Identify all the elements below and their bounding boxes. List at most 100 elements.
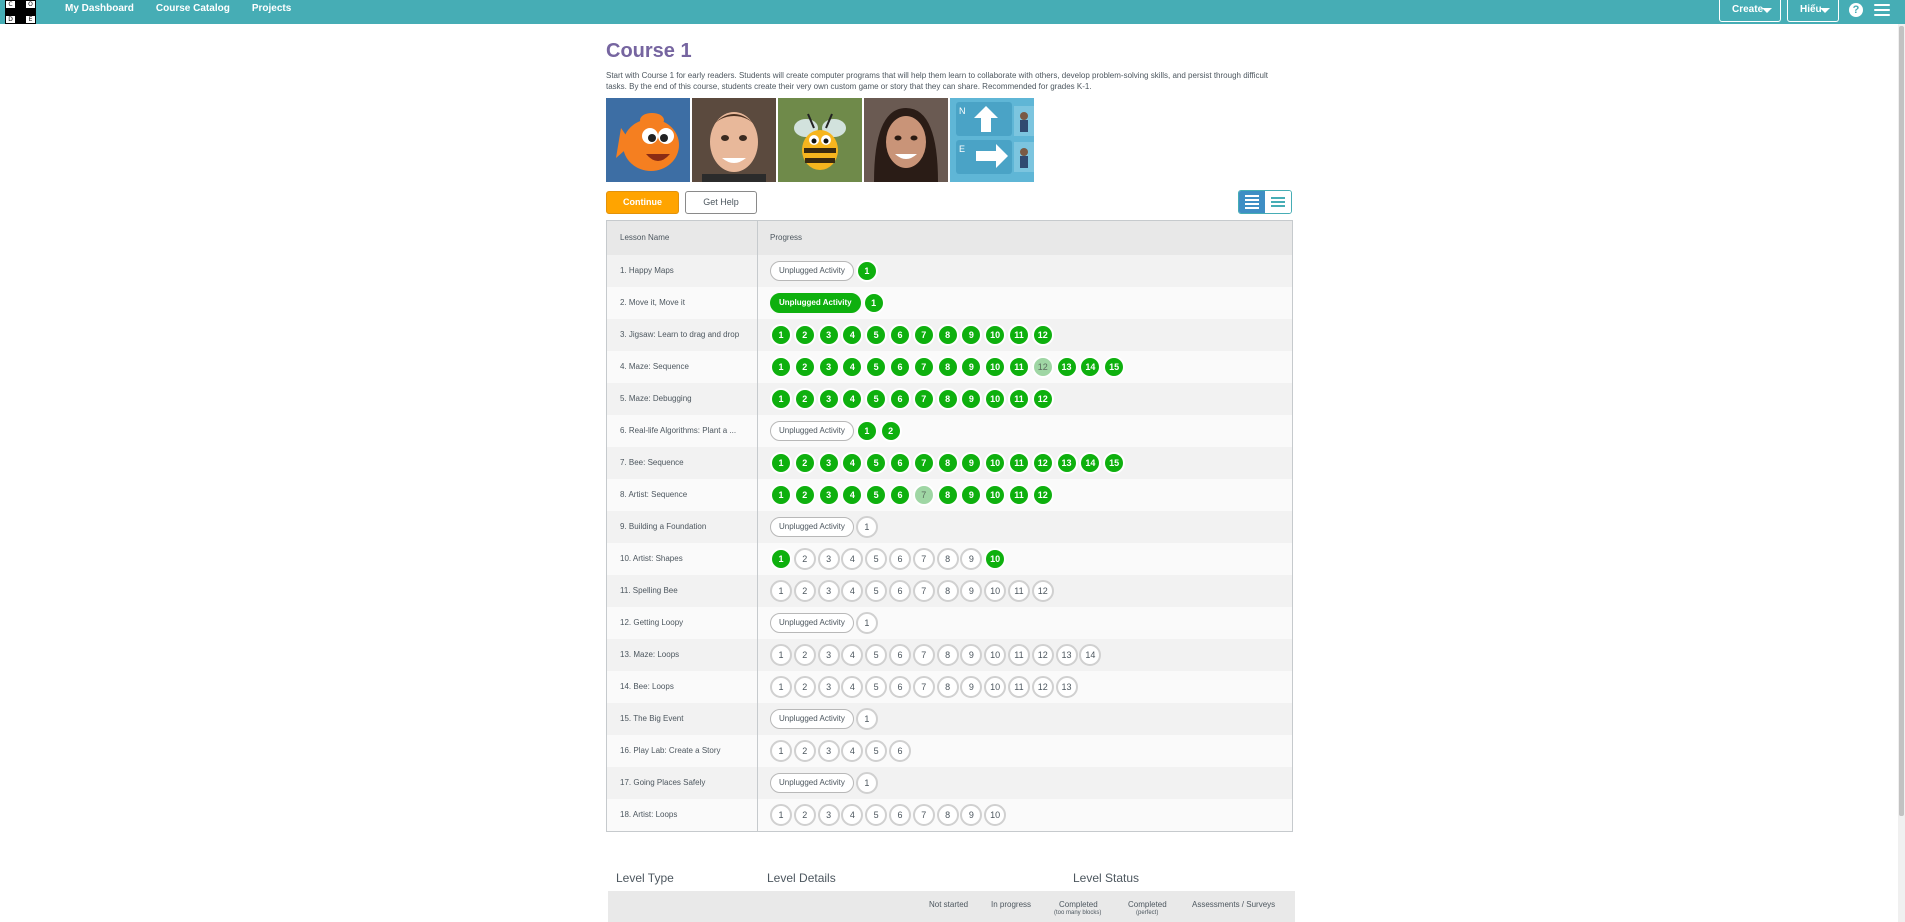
- level-bubble[interactable]: 3: [817, 580, 840, 602]
- lesson-name[interactable]: 15. The Big Event: [607, 703, 758, 735]
- level-bubble[interactable]: 8: [936, 804, 959, 826]
- level-bubble[interactable]: 7: [912, 644, 935, 666]
- level-bubble[interactable]: 5: [865, 580, 888, 602]
- level-bubble[interactable]: 6: [888, 452, 911, 474]
- level-bubble[interactable]: 5: [865, 676, 888, 698]
- continue-button[interactable]: Continue: [606, 191, 679, 214]
- level-bubble[interactable]: 8: [936, 452, 959, 474]
- level-bubble[interactable]: 8: [936, 356, 959, 378]
- page-scrollbar[interactable]: [1898, 24, 1905, 922]
- level-bubble[interactable]: 5: [865, 804, 888, 826]
- level-bubble[interactable]: 2: [793, 484, 816, 506]
- level-bubble[interactable]: 6: [888, 324, 911, 346]
- level-bubble[interactable]: 13: [1055, 356, 1078, 378]
- level-bubble[interactable]: 7: [912, 356, 935, 378]
- unplugged-activity-bubble[interactable]: Unplugged Activity: [770, 421, 854, 441]
- level-bubble[interactable]: 8: [936, 580, 959, 602]
- level-bubble[interactable]: 10: [984, 580, 1007, 602]
- level-bubble[interactable]: 1: [855, 708, 878, 730]
- level-bubble[interactable]: 3: [817, 356, 840, 378]
- help-icon[interactable]: ?: [1849, 3, 1863, 17]
- level-bubble[interactable]: 10: [984, 804, 1007, 826]
- level-bubble[interactable]: 14: [1079, 356, 1102, 378]
- level-bubble[interactable]: 9: [960, 804, 983, 826]
- level-bubble[interactable]: 4: [841, 452, 864, 474]
- level-bubble[interactable]: 2: [793, 356, 816, 378]
- level-bubble[interactable]: 2: [793, 740, 816, 762]
- create-dropdown-button[interactable]: Create: [1719, 0, 1781, 22]
- lesson-name[interactable]: 6. Real-life Algorithms: Plant a ...: [607, 415, 758, 447]
- level-bubble[interactable]: 7: [912, 580, 935, 602]
- level-bubble[interactable]: 7: [912, 484, 935, 506]
- lesson-name[interactable]: 7. Bee: Sequence: [607, 447, 758, 479]
- level-bubble[interactable]: 4: [841, 644, 864, 666]
- level-bubble[interactable]: 12: [1031, 580, 1054, 602]
- level-bubble[interactable]: 3: [817, 676, 840, 698]
- level-bubble[interactable]: 4: [841, 580, 864, 602]
- level-bubble[interactable]: 1: [770, 676, 792, 698]
- level-bubble[interactable]: 1: [855, 612, 878, 634]
- level-bubble[interactable]: 8: [936, 644, 959, 666]
- level-bubble[interactable]: 2: [793, 644, 816, 666]
- lesson-name[interactable]: 10. Artist: Shapes: [607, 543, 758, 575]
- level-bubble[interactable]: 5: [865, 356, 888, 378]
- level-bubble[interactable]: 5: [865, 548, 888, 570]
- level-bubble[interactable]: 2: [793, 580, 816, 602]
- level-bubble[interactable]: 9: [960, 644, 983, 666]
- level-bubble[interactable]: 4: [841, 740, 864, 762]
- level-bubble[interactable]: 2: [793, 548, 816, 570]
- scrollbar-thumb[interactable]: [1899, 26, 1904, 816]
- level-bubble[interactable]: 11: [1007, 324, 1030, 346]
- level-bubble[interactable]: 5: [865, 324, 888, 346]
- level-bubble[interactable]: 9: [960, 580, 983, 602]
- level-bubble[interactable]: 6: [888, 548, 911, 570]
- lesson-name[interactable]: 2. Move it, Move it: [607, 287, 758, 319]
- level-bubble[interactable]: 9: [960, 388, 983, 410]
- level-bubble[interactable]: 7: [912, 804, 935, 826]
- unplugged-activity-bubble[interactable]: Unplugged Activity: [770, 709, 854, 729]
- get-help-button[interactable]: Get Help: [685, 191, 757, 214]
- level-bubble[interactable]: 3: [817, 740, 840, 762]
- level-bubble[interactable]: 1: [770, 804, 792, 826]
- level-bubble[interactable]: 2: [793, 388, 816, 410]
- level-bubble[interactable]: 3: [817, 388, 840, 410]
- level-bubble[interactable]: 12: [1031, 388, 1054, 410]
- level-bubble[interactable]: 14: [1079, 644, 1102, 666]
- lesson-name[interactable]: 12. Getting Loopy: [607, 607, 758, 639]
- level-bubble[interactable]: 1: [862, 292, 885, 314]
- level-bubble[interactable]: 12: [1031, 644, 1054, 666]
- level-bubble[interactable]: 12: [1031, 484, 1054, 506]
- level-bubble[interactable]: 5: [865, 644, 888, 666]
- nav-projects[interactable]: Projects: [252, 0, 291, 20]
- lesson-name[interactable]: 18. Artist: Loops: [607, 799, 758, 831]
- level-bubble[interactable]: 10: [984, 388, 1007, 410]
- level-bubble[interactable]: 8: [936, 324, 959, 346]
- level-bubble[interactable]: 3: [817, 644, 840, 666]
- level-bubble[interactable]: 10: [984, 484, 1007, 506]
- level-bubble[interactable]: 10: [984, 676, 1007, 698]
- level-bubble[interactable]: 4: [841, 484, 864, 506]
- level-bubble[interactable]: 10: [984, 452, 1007, 474]
- level-bubble[interactable]: 14: [1079, 452, 1102, 474]
- level-bubble[interactable]: 7: [912, 324, 935, 346]
- level-bubble[interactable]: 11: [1007, 356, 1030, 378]
- level-bubble[interactable]: 1: [770, 484, 792, 506]
- lesson-name[interactable]: 13. Maze: Loops: [607, 639, 758, 671]
- level-bubble[interactable]: 1: [770, 644, 792, 666]
- level-bubble[interactable]: 2: [793, 324, 816, 346]
- level-bubble[interactable]: 1: [855, 772, 878, 794]
- level-bubble[interactable]: 4: [841, 804, 864, 826]
- level-bubble[interactable]: 4: [841, 388, 864, 410]
- level-bubble[interactable]: 2: [793, 804, 816, 826]
- level-bubble[interactable]: 7: [912, 452, 935, 474]
- level-bubble[interactable]: 12: [1031, 676, 1054, 698]
- level-bubble[interactable]: 6: [888, 388, 911, 410]
- level-bubble[interactable]: 7: [912, 548, 935, 570]
- level-bubble[interactable]: 1: [770, 580, 792, 602]
- level-bubble[interactable]: 2: [793, 676, 816, 698]
- lesson-name[interactable]: 11. Spelling Bee: [607, 575, 758, 607]
- level-bubble[interactable]: 1: [770, 324, 792, 346]
- level-bubble[interactable]: 3: [817, 484, 840, 506]
- level-bubble[interactable]: 9: [960, 548, 983, 570]
- level-bubble[interactable]: 8: [936, 484, 959, 506]
